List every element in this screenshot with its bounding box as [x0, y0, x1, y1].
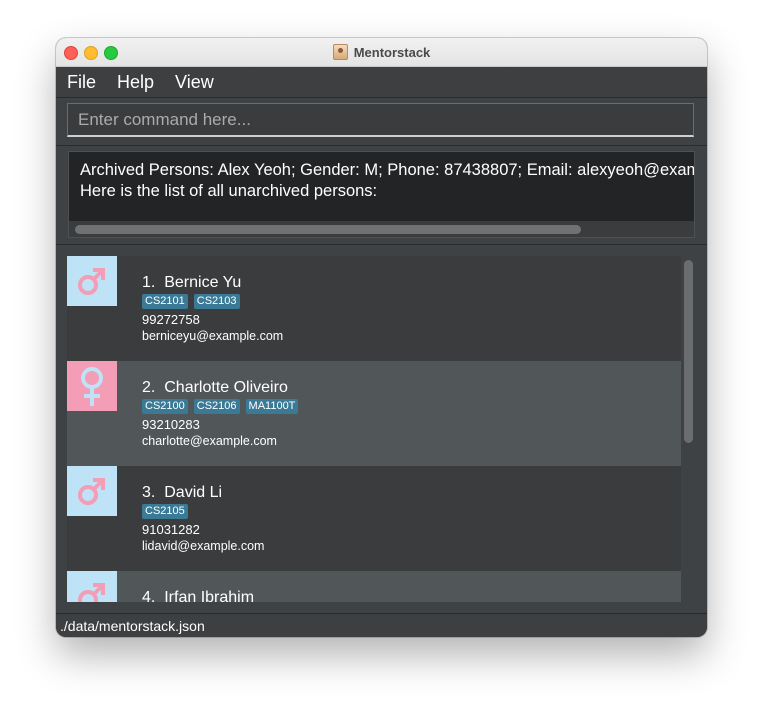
command-input[interactable]: [67, 103, 694, 137]
result-line-1: Archived Persons: Alex Yeoh; Gender: M; …: [80, 161, 695, 179]
tag: CS2103: [193, 294, 240, 309]
person-name: 4. Irfan Ibrahim: [142, 589, 255, 602]
list-vertical-scroll-thumb[interactable]: [684, 260, 693, 443]
person-name: 3. David Li: [142, 484, 223, 501]
person-card[interactable]: 1. Bernice Yu CS2101 CS2103 99272758 ber…: [67, 256, 681, 361]
male-icon: [67, 256, 117, 306]
person-name: 1. Bernice Yu: [142, 274, 242, 291]
app-icon: [332, 44, 348, 60]
tag-list: CS2100 CS2106 MA1100T: [142, 399, 299, 414]
person-phone: 91031282: [142, 522, 200, 537]
person-card[interactable]: 2. Charlotte Oliveiro CS2100 CS2106 MA11…: [67, 361, 681, 466]
male-icon: [67, 571, 117, 602]
person-list[interactable]: 1. Bernice Yu CS2101 CS2103 99272758 ber…: [67, 256, 681, 602]
person-phone: 99272758: [142, 312, 200, 327]
male-icon: [67, 466, 117, 516]
menu-view[interactable]: View: [167, 72, 224, 93]
tag: CS2105: [142, 504, 188, 519]
window-title: Mentorstack: [353, 44, 431, 60]
person-name: 2. Charlotte Oliveiro: [142, 379, 288, 396]
person-email: berniceyu@example.com: [142, 329, 284, 343]
person-card[interactable]: 4. Irfan Ibrahim: [67, 571, 681, 602]
tag: CS2106: [193, 399, 240, 414]
tag: MA1100T: [245, 399, 299, 414]
menu-help[interactable]: Help: [109, 72, 164, 93]
person-email: lidavid@example.com: [142, 539, 265, 553]
person-phone: 93210283: [142, 417, 200, 432]
list-vertical-scrollbar[interactable]: [682, 256, 695, 602]
command-box: [56, 98, 707, 146]
status-bar: ./data/mentorstack.json: [56, 613, 707, 637]
person-list-panel: 1. Bernice Yu CS2101 CS2103 99272758 ber…: [56, 245, 707, 613]
result-display: Archived Persons: Alex Yeoh; Gender: M; …: [56, 146, 707, 245]
person-email: charlotte@example.com: [142, 434, 277, 448]
result-line-2: Here is the list of all unarchived perso…: [80, 182, 378, 200]
save-location: ./data/mentorstack.json: [60, 618, 205, 634]
title-bar: Mentorstack: [56, 38, 707, 67]
result-text-area[interactable]: Archived Persons: Alex Yeoh; Gender: M; …: [68, 151, 695, 238]
tag-list: CS2105: [142, 504, 188, 519]
person-card[interactable]: 3. David Li CS2105 91031282 lidavid@exam…: [67, 466, 681, 571]
menu-file[interactable]: File: [59, 72, 106, 93]
menu-bar: File Help View: [56, 67, 707, 98]
tag: CS2101: [142, 294, 188, 309]
tag-list: CS2101 CS2103: [142, 294, 240, 309]
app-window: Mentorstack File Help View Archived Pers…: [56, 38, 707, 637]
result-horizontal-scrollbar[interactable]: [69, 221, 694, 237]
result-horizontal-scroll-thumb[interactable]: [75, 225, 581, 234]
female-icon: [67, 361, 117, 411]
tag: CS2100: [142, 399, 188, 414]
